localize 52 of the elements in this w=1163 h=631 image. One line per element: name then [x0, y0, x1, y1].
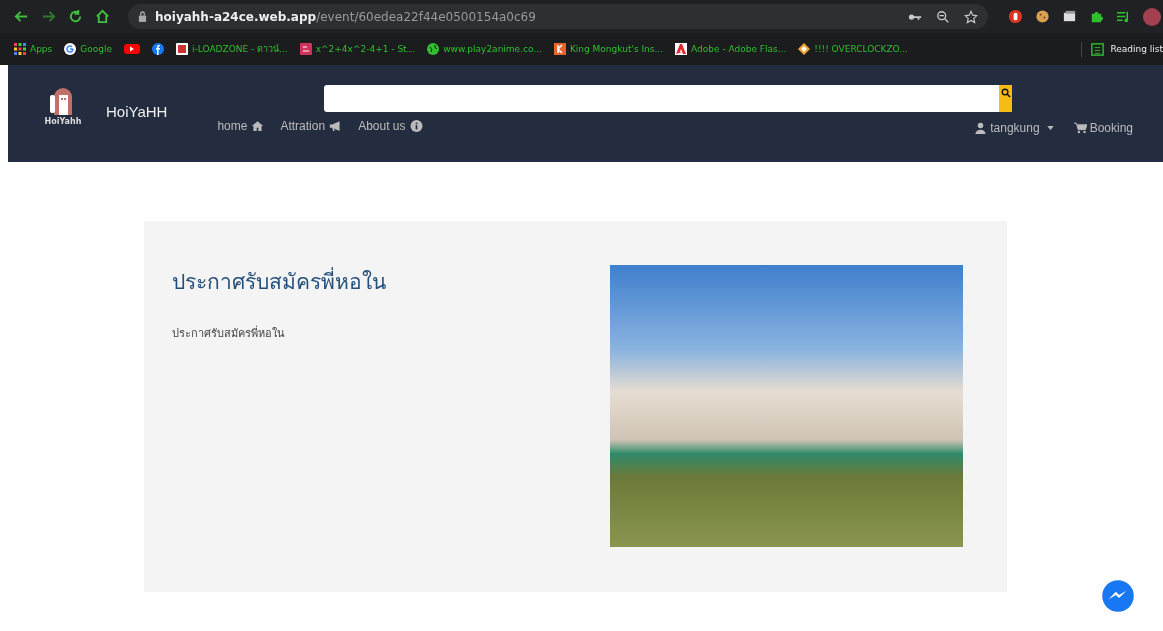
bookmark-link[interactable]: Apps	[14, 42, 53, 56]
search-icon	[1000, 88, 1011, 98]
bookmark-link[interactable]: !!!! OVERCLOCKZO...	[798, 42, 908, 56]
address-bar[interactable]: hoiyahh-a24ce.web.app/event/60edea22f44e0500154a0c69	[128, 4, 988, 29]
search-field[interactable]	[324, 85, 1013, 112]
bookmark-link[interactable]: Google	[64, 42, 113, 56]
google-g-icon	[64, 43, 77, 55]
bookmark-icon-button[interactable]	[124, 42, 141, 56]
booking-link[interactable]: Booking	[1073, 121, 1133, 135]
bookmark-link[interactable]: x^2+4x^2-4+1 - St...	[299, 42, 416, 56]
back-icon[interactable]	[14, 9, 29, 24]
reading-list-icon[interactable]	[1090, 41, 1106, 57]
reload-icon[interactable]	[68, 9, 83, 24]
reading-list-link[interactable]: Reading list	[1110, 44, 1163, 54]
lock-icon	[138, 11, 147, 22]
nav-link[interactable]: home	[217, 119, 265, 133]
forward-icon[interactable]	[41, 9, 56, 24]
caret-icon	[1046, 126, 1054, 130]
home-icon[interactable]	[95, 9, 110, 24]
event-title: ประกาศรับสมัครพี่หอใน	[172, 265, 610, 298]
puzzle-icon[interactable]	[1089, 9, 1104, 24]
bookmark-link[interactable]: www.play2anime.co...	[427, 42, 542, 56]
star-icon[interactable]	[964, 9, 978, 24]
nav-link[interactable]: About us	[358, 119, 423, 133]
bookmark-link[interactable]: Adobe - Adobe Flas...	[675, 42, 787, 56]
facebook-f-icon	[152, 43, 165, 55]
bookmark-link[interactable]: i-LOADZONE - ดาวน์...	[176, 42, 288, 56]
zoom-out-icon[interactable]	[936, 9, 950, 24]
cookie-icon[interactable]	[1035, 9, 1050, 24]
grid-icon	[14, 43, 26, 55]
nav-link[interactable]: Attration	[280, 119, 343, 133]
brand-name[interactable]: HoiYaHH	[106, 103, 168, 120]
profile-avatar[interactable]	[1143, 7, 1161, 26]
letter-a-icon	[675, 43, 688, 55]
square-icon	[176, 43, 189, 55]
bookmark-link[interactable]: King Mongkut's Ins...	[553, 42, 664, 56]
user-icon	[974, 122, 988, 134]
event-description: ประกาศรับสมัครพี่หอใน	[172, 324, 286, 342]
windows-icon[interactable]	[1062, 9, 1077, 24]
user-menu[interactable]: tangkung	[974, 121, 1054, 135]
cart-icon	[1073, 122, 1087, 134]
bookmark-icon-button[interactable]	[152, 42, 165, 56]
play-icon	[124, 43, 141, 55]
url-text: hoiyahh-a24ce.web.app/event/60edea22f44e0500154a0c69	[155, 9, 536, 24]
diamond-icon	[798, 43, 811, 55]
info-icon	[409, 120, 423, 132]
logo-caption: HoiYahh	[44, 117, 82, 126]
search-button[interactable]	[999, 85, 1013, 112]
home-icon	[251, 120, 265, 132]
globe-icon	[427, 43, 440, 55]
megaphone-icon	[329, 120, 343, 132]
playlist-icon[interactable]	[1116, 9, 1131, 24]
